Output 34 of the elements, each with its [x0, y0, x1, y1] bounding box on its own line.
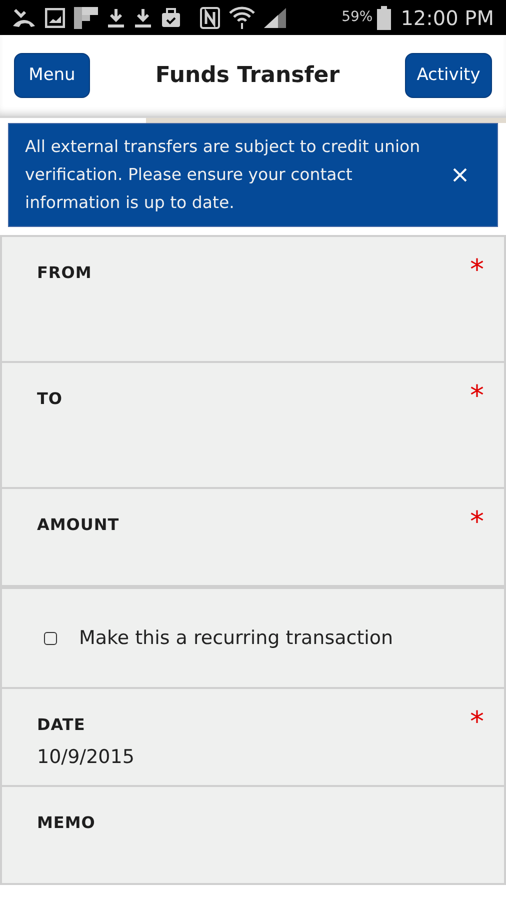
- notice-text: All external transfers are subject to credit union verification. Please ensure your contact information is up to date.: [25, 136, 422, 214]
- field-label: MEMO: [37, 812, 96, 834]
- field-label: DATE: [37, 714, 86, 736]
- required-mark: *: [470, 385, 484, 407]
- nfc-icon: [200, 6, 220, 28]
- field-label: AMOUNT: [37, 514, 120, 536]
- wifi-icon: [229, 6, 255, 30]
- close-icon[interactable]: [453, 168, 467, 182]
- activity-button[interactable]: Activity: [405, 53, 492, 98]
- field-label: FROM: [37, 262, 92, 284]
- menu-button[interactable]: Menu: [14, 53, 90, 98]
- briefcase-icon: [161, 8, 181, 28]
- required-mark: *: [470, 259, 484, 281]
- form-field[interactable]: MEMO: [0, 787, 506, 885]
- checkbox-label: Make this a recurring transaction: [79, 626, 394, 651]
- required-mark: *: [470, 511, 484, 533]
- download-icon: [107, 8, 125, 28]
- image-icon: [45, 8, 65, 28]
- field-label: TO: [37, 388, 63, 410]
- battery-icon: [376, 6, 391, 30]
- missed-call-icon: [12, 8, 36, 28]
- clock-time: 12:00 PM: [400, 4, 494, 32]
- checkbox[interactable]: [44, 632, 57, 644]
- form-field[interactable]: DATE 10/9/2015 *: [0, 689, 506, 787]
- download-icon: [134, 8, 152, 28]
- form-field[interactable]: AMOUNT *: [0, 489, 506, 587]
- signal-icon: [264, 8, 286, 28]
- page-title: Funds Transfer: [155, 62, 340, 90]
- form-field[interactable]: TO *: [0, 363, 506, 489]
- field-value: 10/9/2015: [37, 745, 134, 770]
- form-field[interactable]: FROM *: [0, 237, 506, 363]
- battery-percent: 59%: [342, 8, 373, 27]
- required-mark: *: [470, 711, 484, 733]
- app-logo-icon: [74, 6, 98, 28]
